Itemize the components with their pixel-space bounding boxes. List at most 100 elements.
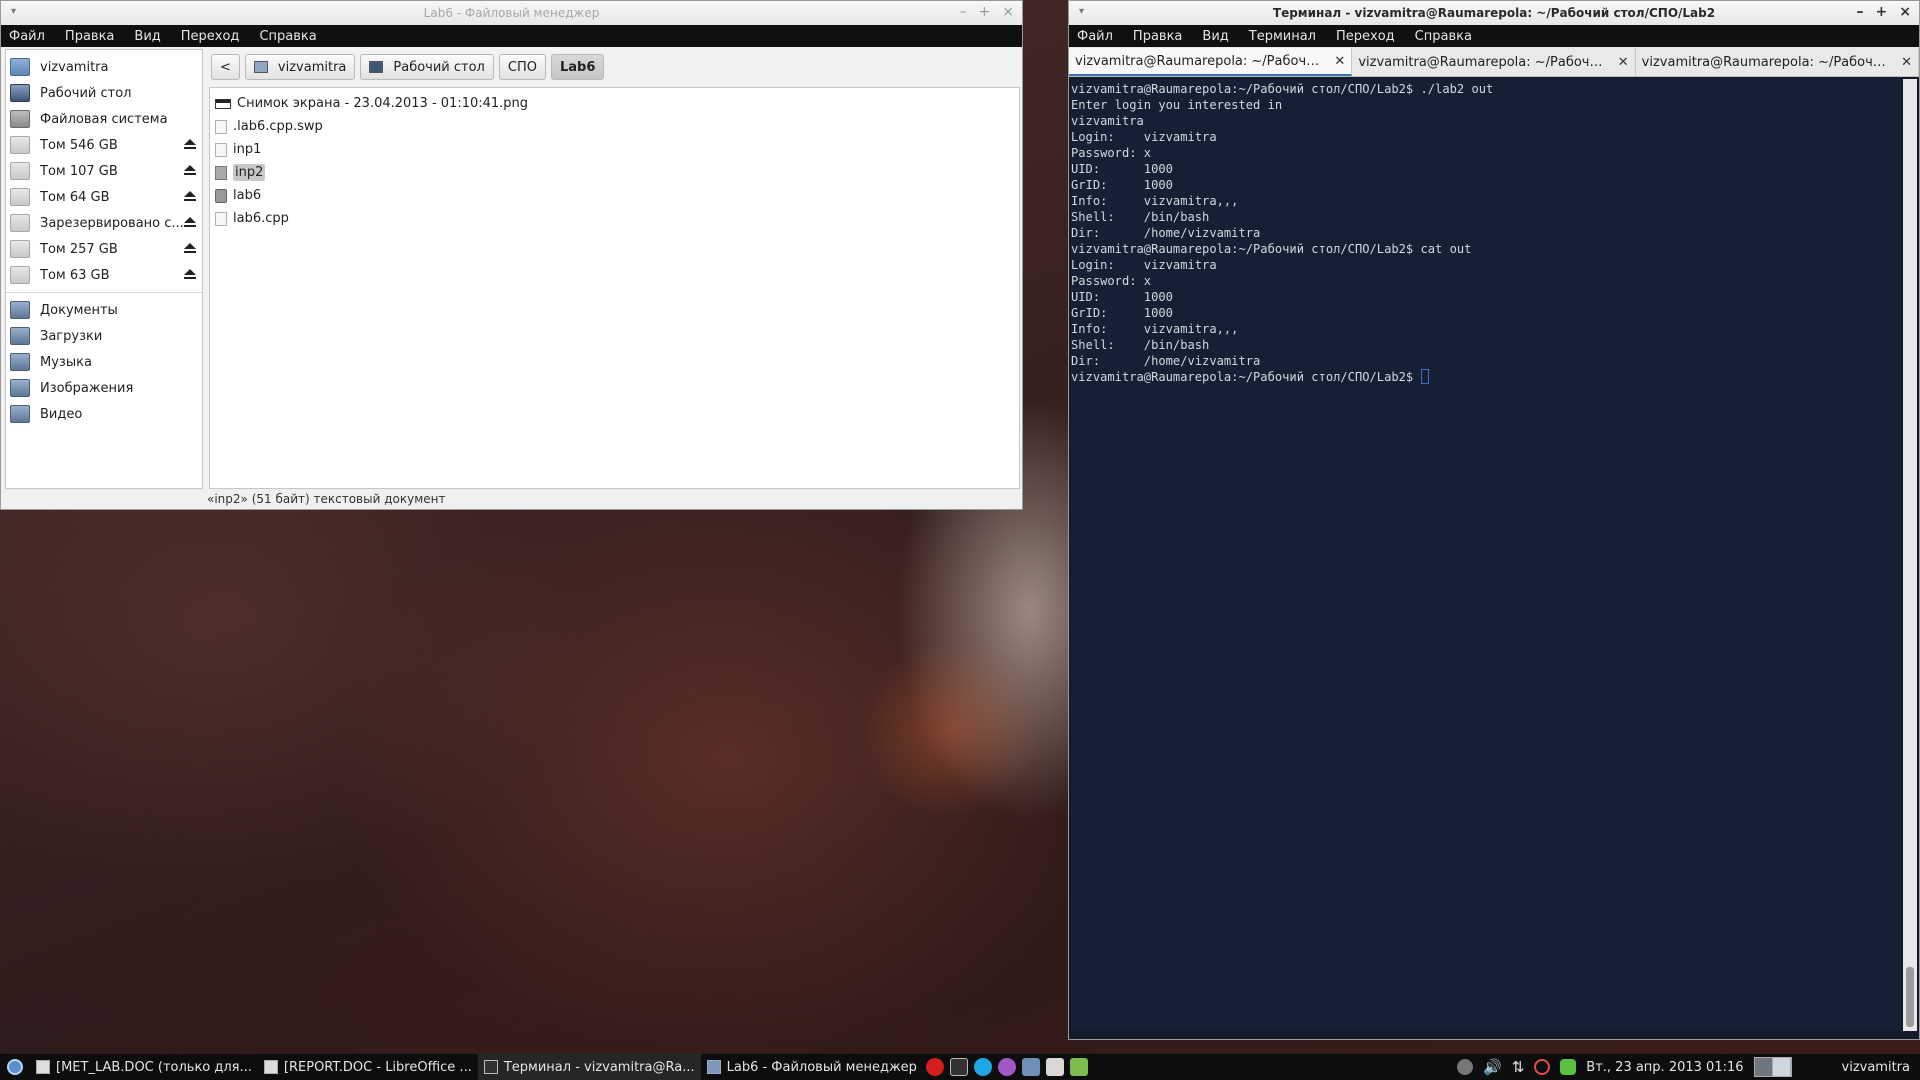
eject-icon[interactable]: [184, 139, 196, 150]
opera-icon[interactable]: [925, 1058, 944, 1076]
eject-icon[interactable]: [184, 165, 196, 176]
sidebar-item-videos[interactable]: Видео: [6, 401, 202, 427]
terminal-tab[interactable]: vizvamitra@Raumarepola: ~/Рабочий ... ✕: [1352, 48, 1636, 76]
menu-terminal[interactable]: Терминал: [1249, 29, 1316, 44]
menu-view[interactable]: Вид: [1202, 29, 1228, 44]
workspace-2[interactable]: [1772, 1058, 1791, 1076]
sidebar-item-label: Файловая система: [40, 111, 168, 127]
path-button-lab6[interactable]: Lab6: [550, 54, 605, 80]
desktop-icon: [10, 84, 30, 102]
menu-view[interactable]: Вид: [134, 29, 160, 44]
path-button-home[interactable]: vizvamitra: [244, 54, 356, 80]
terminal-tab[interactable]: vizvamitra@Raumarepola: ~/Рабочий ... ✕: [1069, 48, 1353, 76]
text-file-icon: [215, 211, 227, 226]
sidebar-item-volume[interactable]: Зарезервировано с...: [6, 210, 202, 236]
sidebar-item-volume[interactable]: Том 64 GB: [6, 184, 202, 210]
sidebar-item-label: vizvamitra: [40, 59, 109, 75]
task-label: [MET_LAB.DOC (только для...: [56, 1059, 252, 1075]
skype-icon[interactable]: [973, 1058, 992, 1076]
terminal-prompt-line[interactable]: vizvamitra@Raumarepola:~/Рабочий стол/СП…: [1071, 369, 1901, 385]
tab-close-icon[interactable]: ✕: [1334, 54, 1345, 69]
updates-icon[interactable]: [1560, 1059, 1577, 1075]
menu-edit[interactable]: Правка: [1133, 29, 1182, 44]
eject-icon[interactable]: [184, 217, 196, 228]
close-icon[interactable]: ×: [1899, 4, 1911, 20]
list-item-selected[interactable]: inp2: [210, 161, 1019, 184]
fm-titlebar[interactable]: ▾ Lab6 - Файловый менеджер – + ×: [1, 1, 1022, 25]
scrollbar-thumb[interactable]: [1906, 967, 1914, 1027]
back-button[interactable]: <: [211, 54, 240, 80]
list-item[interactable]: lab6: [210, 184, 1019, 207]
path-button-spo[interactable]: СПО: [498, 54, 546, 80]
text-cursor: [1420, 369, 1429, 384]
sidebar-item-volume[interactable]: Том 546 GB: [6, 132, 202, 158]
terminal-scrollbar[interactable]: [1903, 79, 1917, 1031]
volume-icon[interactable]: 🔊: [1483, 1058, 1502, 1076]
taskbar-task[interactable]: [REPORT.DOC - LibreOffice ...: [258, 1054, 478, 1080]
terminal-output[interactable]: vizvamitra@Raumarepola:~/Рабочий стол/СП…: [1071, 79, 1901, 1031]
alarm-clock-icon[interactable]: [1534, 1059, 1551, 1075]
downloads-folder-icon: [10, 327, 30, 345]
sidebar-item-documents[interactable]: Документы: [6, 297, 202, 323]
file-manager-launcher-icon[interactable]: [1021, 1058, 1040, 1076]
messenger-icon[interactable]: [997, 1058, 1016, 1076]
notes-launcher-icon[interactable]: [1069, 1058, 1088, 1076]
list-item[interactable]: .lab6.cpp.swp: [210, 115, 1019, 138]
eject-icon[interactable]: [184, 243, 196, 254]
sidebar-item-volume[interactable]: Том 257 GB: [6, 236, 202, 262]
sidebar-item-label: Видео: [40, 406, 83, 422]
file-name: inp2: [233, 164, 266, 181]
sidebar-item-home[interactable]: vizvamitra: [6, 54, 202, 80]
maximize-icon[interactable]: +: [979, 4, 991, 20]
path-button-desktop[interactable]: Рабочий стол: [360, 54, 494, 80]
menu-file[interactable]: Файл: [1077, 29, 1113, 44]
eject-icon[interactable]: [184, 191, 196, 202]
taskbar-task[interactable]: [MET_LAB.DOC (только для...: [30, 1054, 258, 1080]
minimize-icon[interactable]: –: [960, 4, 967, 20]
sidebar-item-pictures[interactable]: Изображения: [6, 375, 202, 401]
drive-icon: [10, 136, 30, 154]
terminal-launcher-icon[interactable]: [949, 1058, 968, 1076]
text-editor-launcher-icon[interactable]: [1045, 1058, 1064, 1076]
tab-close-icon[interactable]: ✕: [1618, 55, 1629, 70]
path-label: Рабочий стол: [393, 59, 485, 75]
terminal-line: Login: vizvamitra: [1071, 130, 1217, 144]
minimize-icon[interactable]: –: [1857, 4, 1864, 20]
sidebar-item-music[interactable]: Музыка: [6, 349, 202, 375]
workspace-1[interactable]: [1755, 1058, 1773, 1076]
terminal-menubar: Файл Правка Вид Терминал Переход Справка: [1069, 25, 1919, 47]
list-item[interactable]: lab6.cpp: [210, 207, 1019, 230]
maximize-icon[interactable]: +: [1876, 4, 1888, 20]
user-name[interactable]: vizvamitra: [1842, 1060, 1910, 1075]
status-dot-icon[interactable]: [1457, 1059, 1474, 1075]
app-menu-button[interactable]: [0, 1054, 30, 1080]
terminal-tab[interactable]: vizvamitra@Raumarepola: ~/Рабочий ... ✕: [1635, 48, 1919, 76]
menu-help[interactable]: Справка: [1415, 29, 1472, 44]
list-item[interactable]: Снимок экрана - 23.04.2013 - 01:10:41.pn…: [210, 92, 1019, 115]
sidebar-item-filesystem[interactable]: Файловая система: [6, 106, 202, 132]
menu-file[interactable]: Файл: [9, 29, 45, 44]
window-menu-icon[interactable]: ▾: [1079, 6, 1084, 17]
menu-go[interactable]: Переход: [1336, 29, 1395, 44]
clock[interactable]: Вт., 23 апр. 2013 01:16: [1586, 1060, 1743, 1075]
workspace-switcher[interactable]: [1753, 1057, 1792, 1077]
tab-close-icon[interactable]: ✕: [1901, 55, 1912, 70]
terminal-prompt: vizvamitra@Raumarepola:~/Рабочий стол/СП…: [1071, 370, 1421, 384]
sidebar-item-downloads[interactable]: Загрузки: [6, 323, 202, 349]
sidebar-item-volume[interactable]: Том 107 GB: [6, 158, 202, 184]
sidebar-item-volume[interactable]: Том 63 GB: [6, 262, 202, 288]
taskbar-task[interactable]: Lab6 - Файловый менеджер: [701, 1054, 923, 1080]
file-name: .lab6.cpp.swp: [233, 119, 323, 134]
network-icon[interactable]: ⇅: [1512, 1058, 1525, 1076]
menu-edit[interactable]: Правка: [65, 29, 114, 44]
menu-help[interactable]: Справка: [259, 29, 316, 44]
eject-icon[interactable]: [184, 269, 196, 280]
window-menu-icon[interactable]: ▾: [11, 6, 16, 17]
sidebar-item-desktop[interactable]: Рабочий стол: [6, 80, 202, 106]
sidebar-item-label: Том 257 GB: [40, 241, 118, 257]
taskbar-task-active[interactable]: Терминал - vizvamitra@Ra...: [477, 1054, 701, 1080]
menu-go[interactable]: Переход: [181, 29, 240, 44]
list-item[interactable]: inp1: [210, 138, 1019, 161]
close-icon[interactable]: ×: [1002, 4, 1014, 20]
terminal-titlebar[interactable]: ▾ Терминал - vizvamitra@Raumarepola: ~/Р…: [1069, 1, 1919, 25]
